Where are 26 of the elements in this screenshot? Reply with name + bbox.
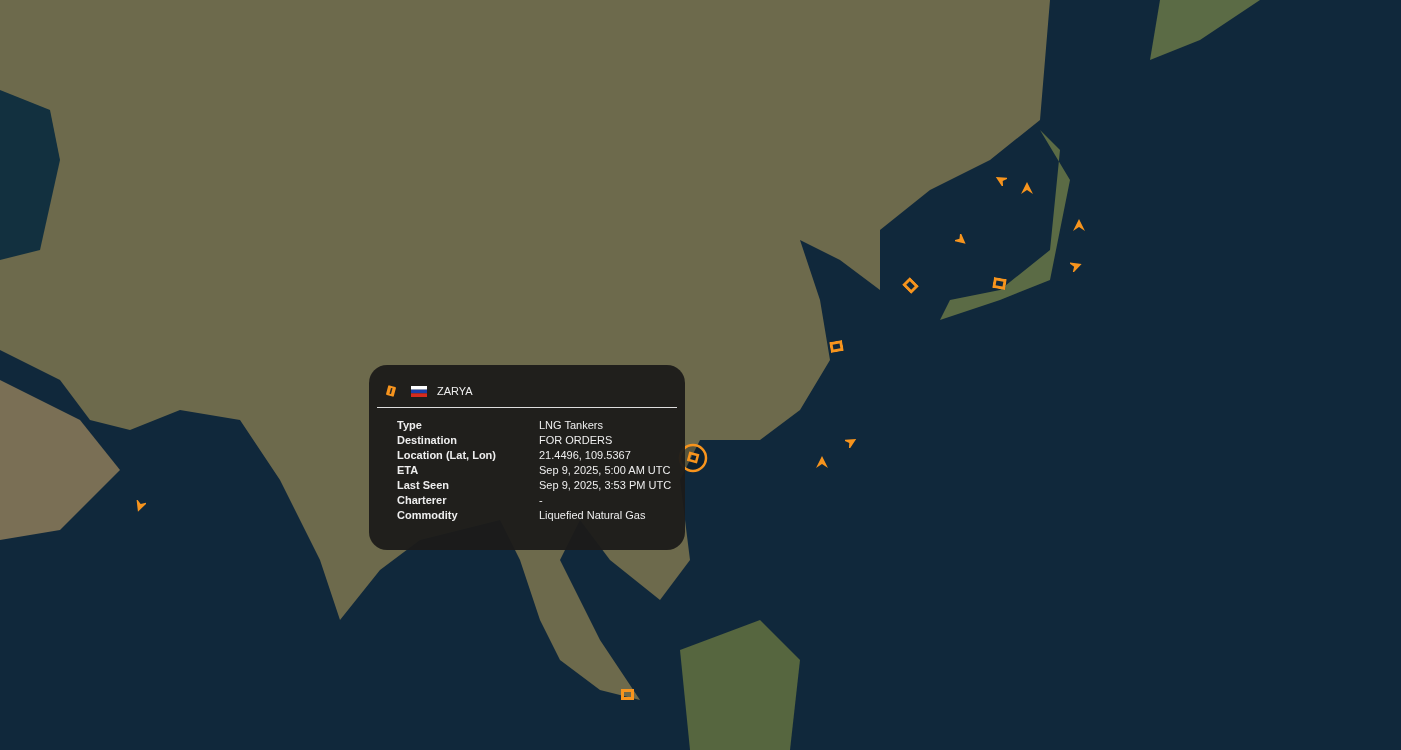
- detail-value: Sep 9, 2025, 3:53 PM UTC: [539, 478, 673, 492]
- vessel-arrow-icon[interactable]: [134, 500, 146, 512]
- detail-value: Sep 9, 2025, 5:00 AM UTC: [539, 463, 672, 477]
- vessel-arrow-icon[interactable]: [1070, 260, 1082, 272]
- detail-value: -: [539, 493, 544, 507]
- detail-label: Charterer: [397, 493, 448, 507]
- vessel-name: ZARYA: [437, 385, 473, 397]
- vessel-arrow-icon[interactable]: [955, 234, 967, 246]
- vessel-icon: [385, 385, 397, 397]
- flag-icon: [411, 385, 427, 397]
- vessel-arrow-icon[interactable]: [1021, 182, 1033, 194]
- detail-label: Destination: [397, 433, 458, 447]
- detail-label: Commodity: [397, 508, 459, 522]
- detail-label: Location (Lat, Lon): [397, 448, 497, 462]
- detail-value: 21.4496, 109.5367: [539, 448, 632, 462]
- detail-label: Type: [397, 418, 423, 432]
- vessel-square-icon[interactable]: [621, 689, 634, 700]
- vessel-arrow-icon[interactable]: [995, 174, 1007, 186]
- vessel-arrow-icon[interactable]: [816, 456, 828, 468]
- detail-label: ETA: [397, 463, 420, 477]
- detail-label: Last Seen: [397, 478, 450, 492]
- detail-value: Liquefied Natural Gas: [539, 508, 647, 522]
- detail-value: FOR ORDERS: [539, 433, 614, 447]
- detail-value: LNG Tankers: [539, 418, 604, 432]
- vessel-arrow-icon[interactable]: [1073, 219, 1085, 231]
- vessel-arrow-icon[interactable]: [845, 436, 857, 448]
